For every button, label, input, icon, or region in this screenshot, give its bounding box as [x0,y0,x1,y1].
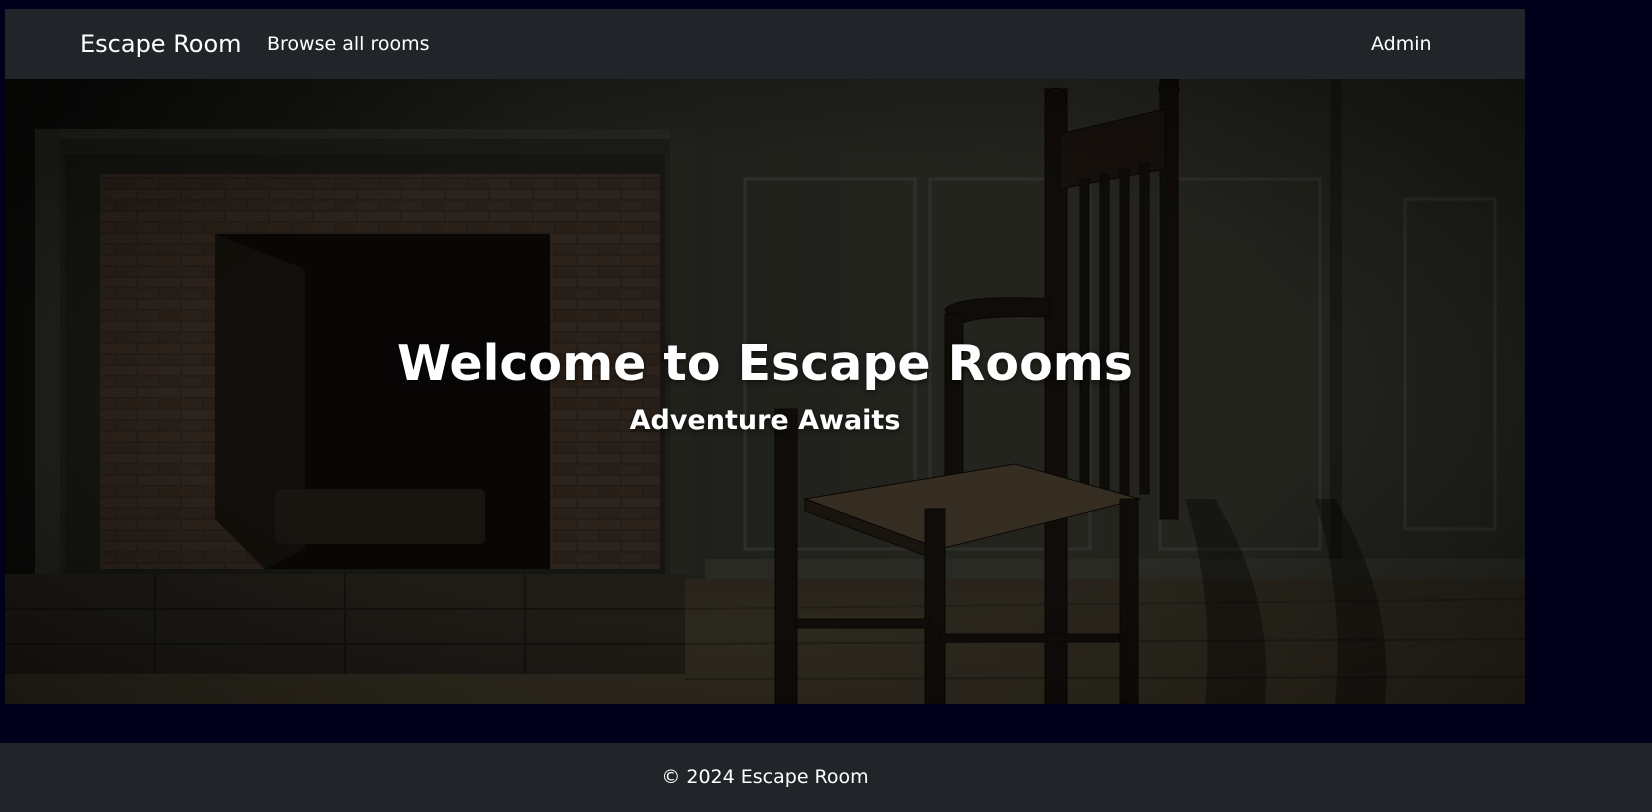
nav-link-admin[interactable]: Admin [1371,9,1432,79]
footer: © 2024 Escape Room [0,743,1652,812]
navbar: Escape Room Browse all rooms Admin [5,9,1525,79]
page: Escape Room Browse all rooms Admin Welco… [0,0,1652,812]
hero-banner: Welcome to Escape Rooms Adventure Awaits [5,79,1525,704]
brand-link[interactable]: Escape Room [80,9,242,79]
hero-title: Welcome to Escape Rooms [397,335,1133,392]
footer-copyright: © 2024 Escape Room [661,766,869,788]
nav-link-browse-rooms[interactable]: Browse all rooms [267,9,430,79]
hero-subtitle: Adventure Awaits [629,405,901,436]
